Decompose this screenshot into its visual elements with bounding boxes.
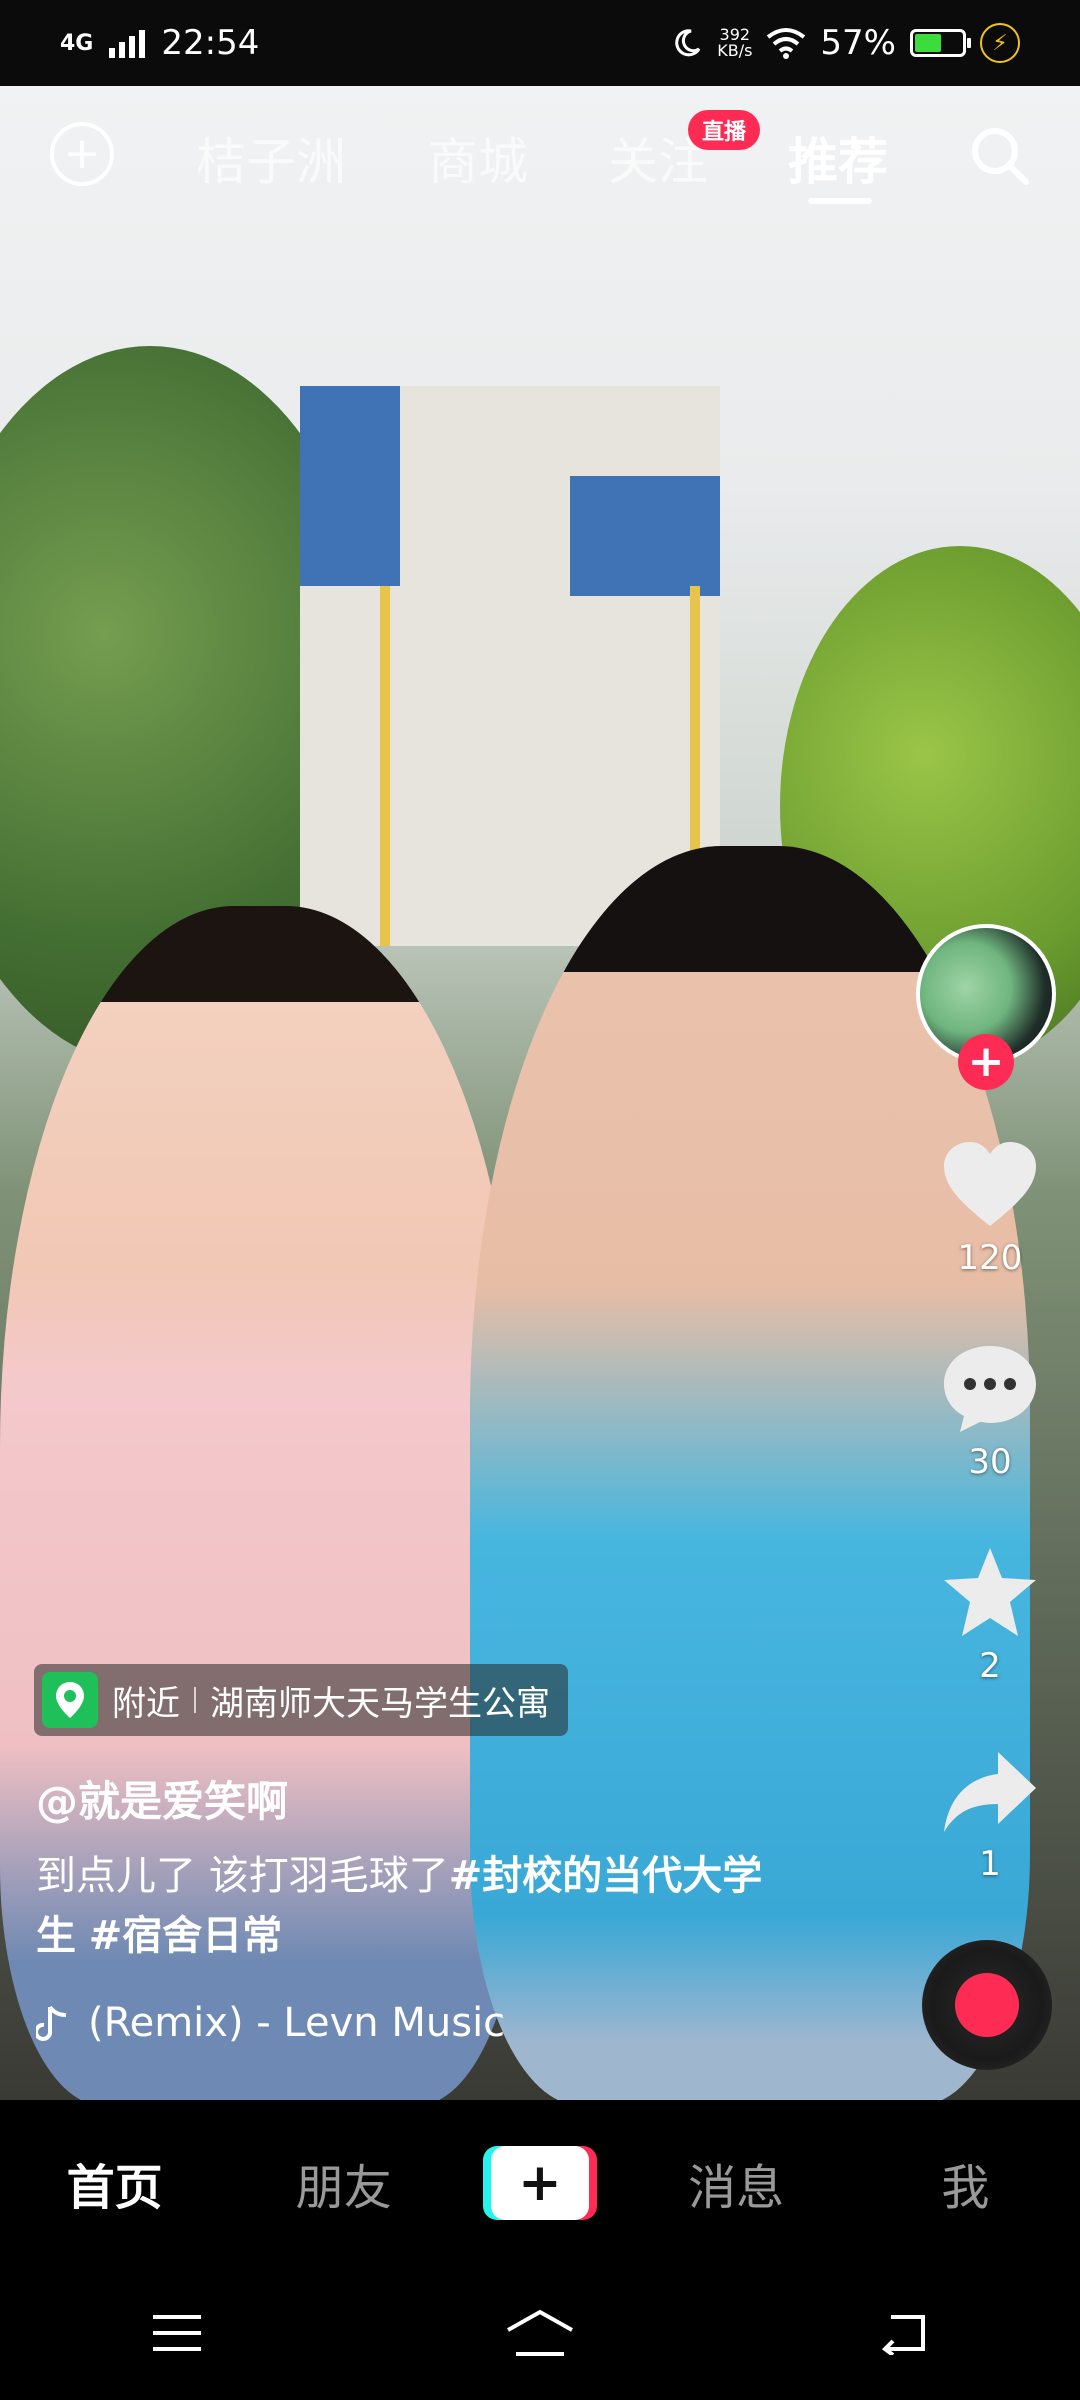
- tab-recommend[interactable]: 推荐: [788, 122, 888, 194]
- music-disc-icon[interactable]: [922, 1940, 1052, 2070]
- favorite-count: 2: [979, 1646, 1001, 1686]
- tab-mall[interactable]: 商城: [428, 122, 528, 194]
- nav-messages[interactable]: 消息: [646, 2148, 826, 2218]
- network-type: 4G: [60, 30, 94, 56]
- tab-juzizhou[interactable]: 桔子洲: [196, 122, 346, 194]
- bottom-navigation: 首页 朋友 + 消息 我: [0, 2100, 1080, 2266]
- nav-me[interactable]: 我: [875, 2148, 1055, 2218]
- location-tag[interactable]: 附近 湖南师大天马学生公寓: [34, 1664, 568, 1736]
- right-action-bar: + 120 30 2 1: [900, 0, 1080, 2400]
- comment-count: 30: [968, 1442, 1012, 1482]
- back-icon[interactable]: [875, 2311, 931, 2355]
- plus-icon: +: [490, 2146, 589, 2220]
- active-tab-indicator: [808, 198, 872, 204]
- status-left: 4G 22:54: [60, 23, 259, 63]
- music-title: (Remix) - Levn Music: [88, 2000, 506, 2046]
- music-note-icon: [36, 2005, 67, 2041]
- system-navigation: [0, 2266, 1080, 2400]
- star-icon: [944, 1548, 1036, 1636]
- music-info[interactable]: (Remix) - Levn Music: [36, 2000, 505, 2046]
- wifi-icon: [767, 28, 806, 59]
- moon-icon: [675, 29, 701, 57]
- background-building: [300, 386, 720, 946]
- battery-percent: 57%: [820, 23, 896, 63]
- video-caption: 到点儿了 该打羽毛球了#封校的当代大学生 #宿舍日常: [36, 1846, 796, 1966]
- caption-text: 到点儿了 该打羽毛球了: [36, 1853, 449, 1899]
- location-type: 附近: [112, 1683, 180, 1724]
- create-button[interactable]: +: [482, 2146, 597, 2220]
- signal-icon: [109, 30, 146, 58]
- menu-icon[interactable]: [149, 2311, 205, 2355]
- live-badge: 直播: [688, 110, 761, 150]
- clock: 22:54: [161, 23, 260, 63]
- share-arrow-icon: [944, 1752, 1036, 1832]
- network-speed: 392 KB/s: [717, 25, 753, 60]
- share-count: 1: [979, 1844, 1001, 1884]
- comment-icon: [944, 1346, 1036, 1432]
- heart-icon: [944, 1142, 1036, 1226]
- favorite-button[interactable]: 2: [900, 1546, 1080, 1686]
- nav-home[interactable]: 首页: [25, 2148, 205, 2218]
- location-pin-icon: [42, 1672, 98, 1728]
- location-name: 湖南师大天马学生公寓: [210, 1683, 550, 1724]
- follow-button[interactable]: +: [958, 1034, 1014, 1090]
- location-separator: [194, 1687, 196, 1713]
- like-button[interactable]: 120: [900, 1140, 1080, 1278]
- comment-button[interactable]: 30: [900, 1342, 1080, 1482]
- add-icon[interactable]: +: [50, 122, 114, 186]
- author-name[interactable]: @就是爱笑啊: [36, 1768, 288, 1829]
- hashtag-link[interactable]: #宿舍日常: [89, 1913, 283, 1959]
- nav-friends[interactable]: 朋友: [254, 2148, 434, 2218]
- home-icon[interactable]: [504, 2308, 576, 2358]
- like-count: 120: [957, 1238, 1023, 1278]
- share-button[interactable]: 1: [900, 1748, 1080, 1884]
